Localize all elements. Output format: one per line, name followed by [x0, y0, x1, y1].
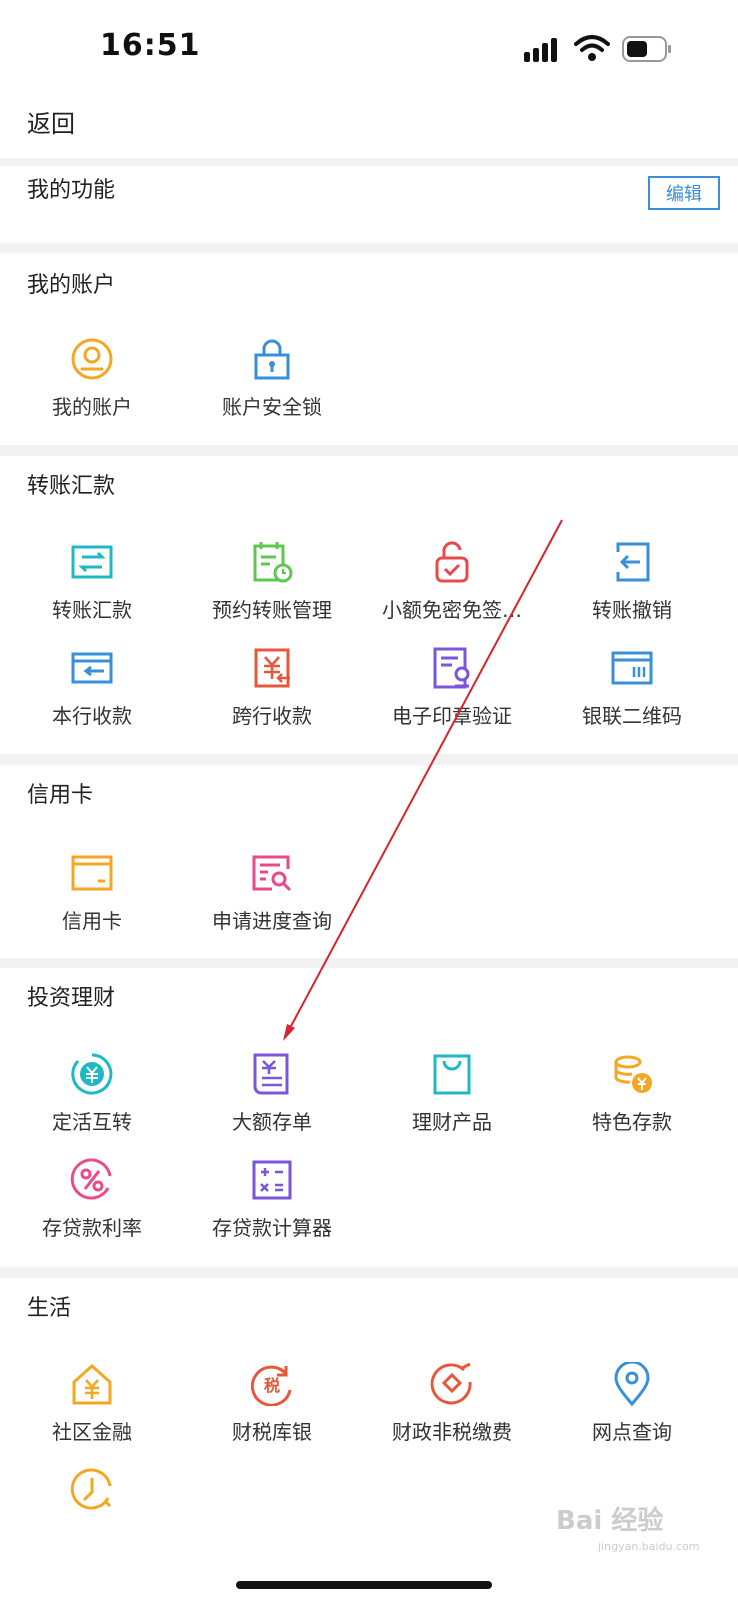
yuan-receive-icon	[254, 648, 290, 688]
user-circle-icon	[71, 338, 113, 380]
card-receive-icon	[71, 652, 113, 684]
item-loan-calculator[interactable]: 存贷款计算器	[180, 1158, 364, 1258]
item-account-lock[interactable]: 账户安全锁	[180, 337, 364, 437]
section-credit-card: 信用卡 信用卡 申请进度查询	[0, 765, 738, 958]
yuan-cycle-icon	[71, 1053, 113, 1095]
item-label: 本行收款	[52, 704, 132, 728]
transfer-icon	[71, 545, 113, 579]
battery-icon	[622, 36, 671, 62]
item-label: 我的账户	[52, 395, 132, 419]
qr-code-icon	[611, 651, 653, 685]
transfer-revoke-icon	[616, 542, 650, 582]
house-yuan-icon	[72, 1363, 112, 1405]
watermark-url: jingyan.baidu.com	[598, 1540, 700, 1553]
section-title: 我的功能	[27, 178, 116, 203]
item-wealth-products[interactable]: 理财产品	[360, 1052, 544, 1152]
nav-bar: 返回	[0, 92, 738, 158]
item-label: 跨行收款	[232, 704, 312, 728]
item-scheduled-transfer[interactable]: 预约转账管理	[180, 540, 364, 640]
status-time: 16:51	[100, 28, 201, 63]
item-label: 小额免密免签…	[382, 598, 522, 622]
cellular-signal-icon	[524, 38, 557, 62]
item-demand-fixed-transfer[interactable]: 定活互转	[0, 1052, 184, 1152]
item-label: 大额存单	[232, 1110, 312, 1134]
item-credit-card[interactable]: 信用卡	[0, 851, 184, 951]
item-label: 财政非税缴费	[392, 1420, 512, 1444]
shopping-bag-icon	[433, 1054, 471, 1095]
item-interest-rates[interactable]: 存贷款利率	[0, 1158, 184, 1258]
item-life-5[interactable]	[0, 1468, 184, 1568]
percent-icon	[70, 1158, 112, 1200]
item-branch-search[interactable]: 网点查询	[540, 1362, 724, 1462]
back-button[interactable]: 返回	[27, 104, 75, 139]
item-label: 预约转账管理	[212, 598, 332, 622]
item-label: 特色存款	[592, 1110, 672, 1134]
coin-stack-icon	[614, 1055, 652, 1093]
item-non-tax-payment[interactable]: 财政非税缴费	[360, 1362, 544, 1462]
credit-card-icon	[71, 855, 113, 891]
item-community-finance[interactable]: 社区金融	[0, 1362, 184, 1462]
item-label: 网点查询	[592, 1420, 672, 1444]
item-large-deposit[interactable]: 大额存单	[180, 1052, 364, 1152]
section-investment: 投资理财 定活互转 大额存单 理财产品 特色存款 存贷款利率 存贷款计算器	[0, 968, 738, 1267]
status-bar: 16:51	[0, 0, 738, 92]
item-e-seal-verify[interactable]: 电子印章验证	[360, 646, 544, 746]
scheduled-transfer-icon	[253, 542, 293, 583]
section-transfer: 转账汇款 转账汇款 预约转账管理 小额免密免签… 转账撤销 本行收款 跨行收款 …	[0, 456, 738, 754]
item-small-amount-free[interactable]: 小额免密免签…	[360, 540, 544, 640]
section-my-functions: 我的功能 编辑	[0, 166, 738, 243]
watermark: Bai 经验	[556, 1506, 664, 1536]
item-label: 电子印章验证	[392, 704, 512, 728]
progress-search-icon	[252, 855, 292, 892]
section-title: 我的账户	[27, 273, 116, 298]
item-label: 定活互转	[52, 1110, 132, 1134]
item-local-receive[interactable]: 本行收款	[0, 646, 184, 746]
wifi-icon	[574, 35, 610, 61]
clock-icon	[70, 1468, 112, 1510]
item-unionpay-qr[interactable]: 银联二维码	[540, 646, 724, 746]
item-my-account[interactable]: 我的账户	[0, 337, 184, 437]
item-label: 账户安全锁	[222, 395, 322, 419]
section-title: 投资理财	[27, 986, 116, 1011]
item-application-progress[interactable]: 申请进度查询	[180, 851, 364, 951]
item-interbank-receive[interactable]: 跨行收款	[180, 646, 364, 746]
section-title: 信用卡	[27, 783, 94, 808]
item-label: 存贷款计算器	[212, 1216, 332, 1240]
section-title: 生活	[27, 1296, 72, 1321]
item-label: 理财产品	[412, 1110, 492, 1134]
svg-text:税: 税	[264, 1376, 280, 1395]
section-my-account: 我的账户 我的账户 账户安全锁	[0, 253, 738, 445]
item-special-deposit[interactable]: 特色存款	[540, 1052, 724, 1152]
item-label: 存贷款利率	[42, 1216, 142, 1240]
item-label: 财税库银	[232, 1420, 312, 1444]
edit-button[interactable]: 编辑	[648, 176, 720, 210]
item-label: 银联二维码	[582, 704, 682, 728]
deposit-certificate-icon	[253, 1053, 289, 1095]
item-label: 转账汇款	[52, 598, 132, 622]
item-transfer-revoke[interactable]: 转账撤销	[540, 540, 724, 640]
item-label: 信用卡	[62, 909, 122, 933]
item-transfer[interactable]: 转账汇款	[0, 540, 184, 640]
unlock-check-icon	[435, 541, 469, 583]
item-label: 转账撤销	[592, 598, 672, 622]
location-pin-icon	[614, 1362, 650, 1406]
payment-circle-icon	[430, 1362, 472, 1405]
item-label: 社区金融	[52, 1420, 132, 1444]
home-indicator[interactable]	[236, 1581, 492, 1589]
calculator-icon	[252, 1160, 292, 1200]
item-label: 申请进度查询	[212, 909, 332, 933]
tax-icon: 税	[250, 1365, 292, 1406]
item-tax-treasury[interactable]: 税 财税库银	[180, 1362, 364, 1462]
padlock-icon	[254, 339, 290, 380]
section-title: 转账汇款	[27, 474, 116, 499]
e-seal-icon	[433, 647, 470, 689]
